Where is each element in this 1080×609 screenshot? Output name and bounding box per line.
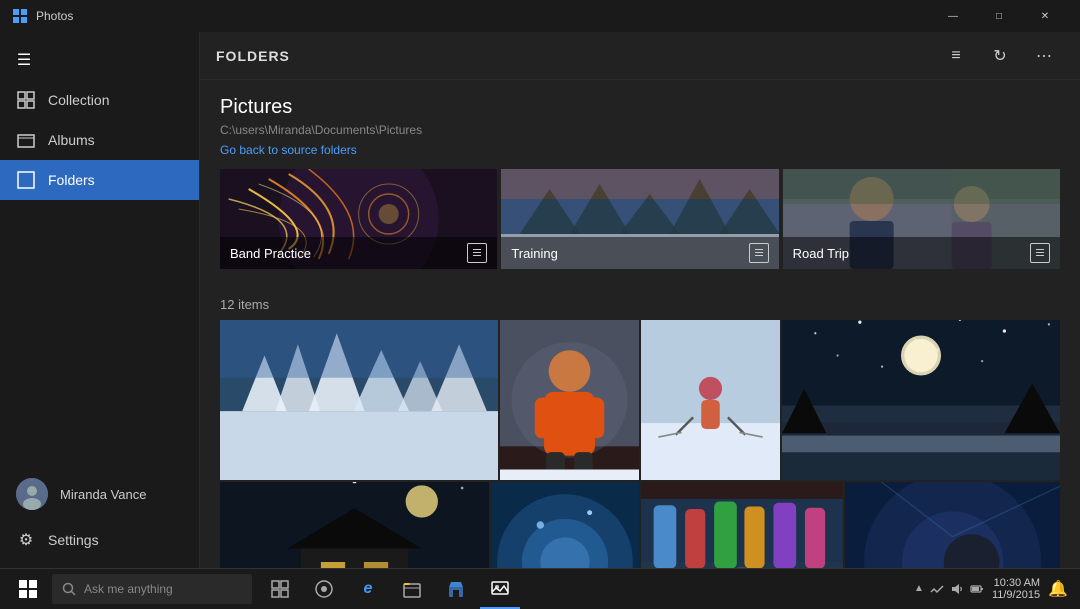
search-bar[interactable]: Ask me anything: [52, 574, 252, 604]
store-button[interactable]: [436, 569, 476, 609]
title-bar: Photos — □ ✕: [0, 0, 1080, 32]
window-controls: — □ ✕: [930, 0, 1068, 32]
photo-cell-2[interactable]: [500, 320, 639, 480]
network-icon: [930, 582, 944, 596]
edge-button[interactable]: e: [348, 569, 388, 609]
chevron-icon[interactable]: ▲: [914, 583, 924, 594]
back-link[interactable]: Go back to source folders: [220, 143, 357, 157]
app-body: ☰ Collection Albums Folders: [0, 32, 1080, 568]
sidebar-item-folders[interactable]: Folders: [0, 160, 199, 200]
more-icon: ⋯: [1036, 46, 1052, 66]
band-practice-title: Band Practice: [230, 246, 311, 261]
folder-select-icon-2: [749, 243, 769, 263]
collection-icon: [16, 90, 36, 110]
settings-item[interactable]: ⚙ Settings: [0, 520, 199, 560]
hamburger-icon: ☰: [17, 50, 31, 70]
store-icon: [446, 579, 466, 599]
section-title: Pictures: [220, 96, 1060, 119]
minimize-button[interactable]: —: [930, 0, 976, 32]
refresh-icon: ↻: [993, 46, 1006, 66]
main-header: FOLDERS ≡ ↻ ⋯: [200, 32, 1080, 80]
user-profile[interactable]: Miranda Vance: [0, 468, 199, 520]
photos-button[interactable]: [480, 569, 520, 609]
training-title: Training: [511, 246, 557, 261]
folder-tile-road-trip[interactable]: Road Trip: [783, 169, 1060, 269]
task-view-icon: [271, 580, 289, 598]
header-actions: ≡ ↻ ⋯: [936, 38, 1064, 74]
menu-button[interactable]: ☰: [4, 40, 44, 80]
sidebar-collection-label: Collection: [48, 92, 109, 108]
folders-icon: [16, 170, 36, 190]
folder-tiles: Band Practice: [220, 169, 1060, 269]
start-button[interactable]: [4, 569, 52, 609]
items-count: 12 items: [220, 289, 1060, 320]
sidebar-item-albums[interactable]: Albums: [0, 120, 199, 160]
system-tray: ▲: [914, 582, 984, 596]
band-practice-label-row: Band Practice: [220, 237, 497, 269]
refresh-button[interactable]: ↻: [980, 38, 1020, 74]
page-title: FOLDERS: [216, 48, 936, 64]
cortana-icon: [314, 579, 334, 599]
battery-icon: [970, 582, 984, 596]
explorer-icon: [402, 579, 422, 599]
photo-cell-1[interactable]: [220, 320, 498, 480]
more-options-button[interactable]: ⋯: [1024, 38, 1064, 74]
photos-section: 12 items: [200, 289, 1080, 568]
road-trip-title: Road Trip: [793, 246, 849, 261]
taskbar-right: ▲ 10:30 AM 11/9/2015 🔔: [914, 577, 1076, 601]
avatar: [16, 478, 48, 510]
search-placeholder: Ask me anything: [84, 582, 173, 596]
task-view-button[interactable]: [260, 569, 300, 609]
volume-icon: [950, 582, 964, 596]
photo-row-1: [220, 320, 1060, 480]
view-toggle-button[interactable]: ≡: [936, 38, 976, 74]
cortana-button[interactable]: [304, 569, 344, 609]
folders-section: Pictures C:\users\Miranda\Documents\Pict…: [200, 80, 1080, 289]
sidebar-albums-label: Albums: [48, 132, 95, 148]
settings-label: Settings: [48, 532, 99, 548]
clock[interactable]: 10:30 AM 11/9/2015: [992, 577, 1040, 601]
sidebar-folders-label: Folders: [48, 172, 95, 188]
app-icon: [12, 8, 28, 24]
taskbar: Ask me anything e: [0, 568, 1080, 608]
road-trip-label-row: Road Trip: [783, 237, 1060, 269]
main-content: FOLDERS ≡ ↻ ⋯ Pictures C:\users\Miranda\…: [200, 32, 1080, 568]
photo-cell-5[interactable]: [220, 482, 489, 568]
photo-cell-6[interactable]: [491, 482, 639, 568]
edge-icon: e: [364, 580, 373, 598]
folder-tile-band-practice[interactable]: Band Practice: [220, 169, 497, 269]
maximize-button[interactable]: □: [976, 0, 1022, 32]
folder-select-icon: [467, 243, 487, 263]
folder-tile-training[interactable]: Training: [501, 169, 778, 269]
training-label-row: Training: [501, 237, 778, 269]
photo-cell-4[interactable]: [782, 320, 1060, 480]
sidebar: ☰ Collection Albums Folders: [0, 32, 200, 568]
date-display: 11/9/2015: [992, 589, 1040, 601]
notification-icon[interactable]: 🔔: [1048, 579, 1068, 599]
app-title: Photos: [36, 9, 930, 23]
photo-cell-8[interactable]: [845, 482, 1060, 568]
user-name: Miranda Vance: [60, 487, 146, 502]
taskbar-icons: e: [260, 569, 520, 609]
time-display: 10:30 AM: [994, 577, 1040, 589]
folder-select-icon-3: [1030, 243, 1050, 263]
photo-cell-3[interactable]: [641, 320, 780, 480]
albums-icon: [16, 130, 36, 150]
file-explorer-button[interactable]: [392, 569, 432, 609]
settings-icon: ⚙: [16, 530, 36, 550]
windows-icon: [19, 580, 37, 598]
sidebar-item-collection[interactable]: Collection: [0, 80, 199, 120]
section-path: C:\users\Miranda\Documents\Pictures: [220, 123, 1060, 137]
search-icon: [62, 582, 76, 596]
photo-cell-7[interactable]: [641, 482, 843, 568]
photo-row-2: [220, 482, 1060, 568]
photos-icon: [490, 578, 510, 598]
view-icon: ≡: [951, 47, 960, 65]
sidebar-bottom: Miranda Vance ⚙ Settings: [0, 468, 199, 568]
close-button[interactable]: ✕: [1022, 0, 1068, 32]
